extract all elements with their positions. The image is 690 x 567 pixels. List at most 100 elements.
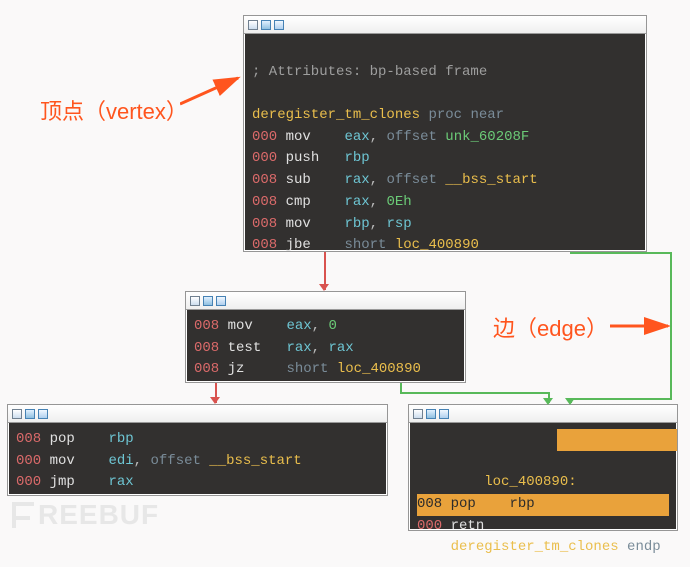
mnemonic: jz <box>228 361 245 377</box>
keyword: short <box>286 361 336 377</box>
offset: 008 <box>252 216 277 232</box>
titlebar-icon <box>274 20 284 30</box>
symbol: __bss_start <box>209 453 301 469</box>
offset: 000 <box>16 474 41 490</box>
flow-edge <box>400 383 402 392</box>
register: rbp <box>344 216 369 232</box>
proc-name: deregister_tm_clones <box>252 107 420 123</box>
literal: 0Eh <box>386 194 411 210</box>
register: rax <box>344 194 369 210</box>
register: edi <box>108 453 133 469</box>
code-area: 008 pop rbp 000 mov edi, offset __bss_st… <box>8 423 387 502</box>
flow-edge <box>570 398 672 400</box>
titlebar-icon <box>190 296 200 306</box>
code-area: 008 mov eax, 0 008 test rax, rax 008 jz … <box>186 310 465 389</box>
symbol: loc_400890 <box>395 237 479 253</box>
titlebar-icon <box>38 409 48 419</box>
register: rax <box>108 474 133 490</box>
endp-keyword: endp <box>627 539 661 555</box>
separator: , <box>312 340 329 356</box>
code-area: ; Attributes: bp-based frame deregister_… <box>244 34 646 265</box>
mnemonic: pop <box>451 496 476 512</box>
offset: 008 <box>194 361 219 377</box>
register: eax <box>344 129 369 145</box>
edge-arrowhead-icon <box>543 398 553 405</box>
titlebar-icon <box>25 409 35 419</box>
symbol: loc_400890 <box>337 361 421 377</box>
titlebar-icon <box>12 409 22 419</box>
flow-edge <box>570 252 670 254</box>
register: rbp <box>509 496 534 512</box>
offset: 000 <box>417 518 442 534</box>
titlebar-icon <box>216 296 226 306</box>
comment-line: ; Attributes: bp-based frame <box>252 64 487 80</box>
separator: , <box>370 216 387 232</box>
offset: 000 <box>252 150 277 166</box>
offset: 008 <box>194 318 219 334</box>
mnemonic: pop <box>50 431 75 447</box>
mnemonic: mov <box>228 318 253 334</box>
code-block-right: loc_400890: 008 pop rbp 000 retn deregis… <box>408 404 678 531</box>
proc-keyword: proc near <box>428 107 504 123</box>
panel-titlebar <box>186 292 465 310</box>
offset: 008 <box>16 431 41 447</box>
code-block-mid: 008 mov eax, 0 008 test rax, rax 008 jz … <box>185 291 466 383</box>
watermark-text: REEBUF <box>38 499 159 531</box>
register: rbp <box>108 431 133 447</box>
offset: 000 <box>252 129 277 145</box>
edge-annotation: 边（edge） <box>493 311 608 343</box>
separator: , <box>312 318 329 334</box>
symbol: unk_60208F <box>445 129 529 145</box>
mnemonic: retn <box>451 518 485 534</box>
endp-name: deregister_tm_clones <box>451 539 619 555</box>
titlebar-icon <box>261 20 271 30</box>
offset: 008 <box>252 172 277 188</box>
offset: 008 <box>252 194 277 210</box>
titlebar-icon <box>203 296 213 306</box>
vertex-arrow-icon <box>180 72 250 112</box>
titlebar-icon <box>413 409 423 419</box>
mnemonic: jbe <box>286 237 311 253</box>
panel-titlebar <box>409 405 677 423</box>
keyword: offset <box>386 172 445 188</box>
keyword: offset <box>386 129 445 145</box>
mnemonic: test <box>228 340 262 356</box>
flow-edge <box>400 392 548 394</box>
edge-arrowhead-icon <box>565 398 575 405</box>
vertex-annotation: 顶点（vertex） <box>40 94 188 126</box>
offset: 008 <box>252 237 277 253</box>
highlight-row: 008 pop rbp <box>417 494 669 516</box>
separator: , <box>370 172 387 188</box>
symbol: __bss_start <box>445 172 537 188</box>
offset: 008 <box>194 340 219 356</box>
highlight-bar <box>557 429 677 451</box>
register: rbp <box>344 150 369 166</box>
edge-arrowhead-icon <box>319 284 329 291</box>
register: rsp <box>386 216 411 232</box>
mnemonic: push <box>286 150 320 166</box>
keyword: short <box>344 237 394 253</box>
separator: , <box>134 453 151 469</box>
label: loc_400890: <box>484 474 576 490</box>
mnemonic: mov <box>286 216 311 232</box>
literal: 0 <box>328 318 336 334</box>
offset: 008 <box>417 496 442 512</box>
code-block-left: 008 pop rbp 000 mov edi, offset __bss_st… <box>7 404 388 496</box>
watermark: REEBUF <box>12 499 159 531</box>
panel-titlebar <box>8 405 387 423</box>
flow-edge <box>670 252 672 400</box>
separator: , <box>370 129 387 145</box>
code-block-top: ; Attributes: bp-based frame deregister_… <box>243 15 647 252</box>
mnemonic: jmp <box>50 474 75 490</box>
offset: 000 <box>16 453 41 469</box>
panel-titlebar <box>244 16 646 34</box>
titlebar-icon <box>248 20 258 30</box>
code-area: loc_400890: 008 pop rbp 000 retn deregis… <box>409 423 677 567</box>
edge-arrowhead-icon <box>210 397 220 404</box>
keyword: offset <box>150 453 209 469</box>
titlebar-icon <box>426 409 436 419</box>
separator: , <box>370 194 387 210</box>
register: eax <box>286 318 311 334</box>
titlebar-icon <box>439 409 449 419</box>
register: rax <box>286 340 311 356</box>
